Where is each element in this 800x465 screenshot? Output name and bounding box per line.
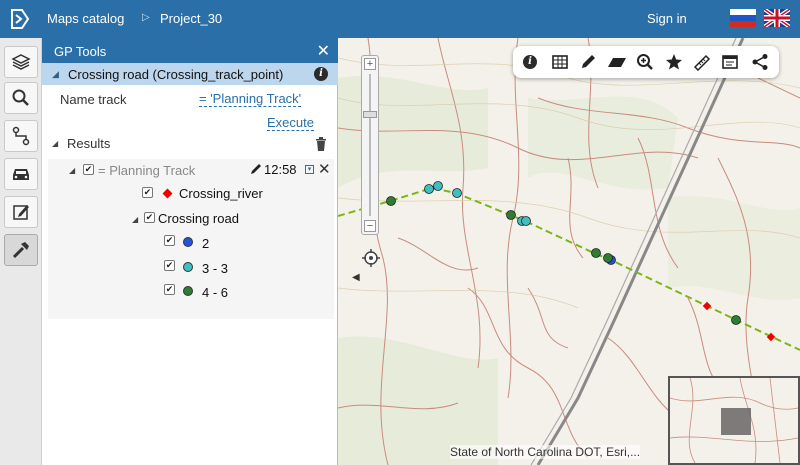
zoom-icon[interactable] [636, 53, 654, 71]
star-icon[interactable] [665, 53, 683, 71]
layers-button[interactable] [4, 46, 38, 78]
gp-tools-button[interactable] [4, 234, 38, 266]
sign-in-link[interactable]: Sign in [647, 11, 687, 26]
search-icon [12, 89, 29, 106]
class-checkbox[interactable]: ✔ [164, 284, 175, 295]
project-link[interactable]: Project_30 [160, 11, 222, 26]
info-icon[interactable]: i [314, 67, 328, 81]
time-dropdown-icon[interactable]: ▾ [305, 165, 314, 174]
zoom-out-button[interactable]: − [364, 220, 376, 232]
route-icon [12, 126, 30, 146]
results-collapse-icon[interactable]: ◢ [52, 139, 58, 148]
results-list: ◢ ✔ = Planning Track 12:58 ▾ ✕ ✔ Crossin… [48, 159, 334, 319]
car-icon [13, 169, 29, 180]
tool-row[interactable]: ◢ Crossing road (Crossing_track_point) i [42, 63, 338, 85]
route-button[interactable] [4, 120, 38, 152]
gp-tools-panel: GP Tools ✕ ◢ Crossing road (Crossing_tra… [42, 38, 338, 465]
track-result-label: = Planning Track [98, 163, 196, 178]
search-button[interactable] [4, 82, 38, 114]
road-checkbox[interactable]: ✔ [144, 212, 155, 223]
class-label: 4 - 6 [202, 285, 229, 300]
remove-result-icon[interactable]: ✕ [318, 160, 331, 178]
locate-icon[interactable] [362, 249, 380, 267]
class-symbol [183, 286, 193, 296]
print-icon[interactable] [721, 53, 739, 71]
collapse-triangle-icon[interactable]: ◢ [52, 69, 59, 80]
russian-flag-icon[interactable] [730, 9, 756, 27]
layers-icon [11, 54, 31, 70]
class-checkbox[interactable]: ✔ [164, 260, 175, 271]
class-checkbox[interactable]: ✔ [164, 235, 175, 246]
road-collapse-icon[interactable]: ◢ [132, 215, 138, 224]
zoom-in-button[interactable]: + [364, 58, 376, 70]
road-label: Crossing road [158, 211, 239, 226]
results-label: Results [67, 136, 111, 151]
uk-flag-icon[interactable] [764, 9, 790, 27]
river-symbol [162, 188, 173, 199]
zoom-thumb[interactable] [363, 111, 377, 118]
maps-catalog-link[interactable]: Maps catalog [47, 11, 124, 26]
overview-extent[interactable] [721, 408, 751, 435]
collapse-panel-icon[interactable]: ◀ [352, 272, 360, 283]
track-checkbox[interactable]: ✔ [83, 164, 94, 175]
river-checkbox[interactable]: ✔ [142, 187, 153, 198]
pencil-icon[interactable] [250, 163, 262, 175]
zoom-slider[interactable]: + − [361, 55, 379, 235]
name-track-label: Name track [60, 92, 127, 107]
hammer-icon [12, 242, 29, 259]
class-symbol [183, 262, 193, 272]
track-collapse-icon[interactable]: ◢ [69, 166, 75, 175]
top-bar: Maps catalog ▷ Project_30 Sign in [0, 0, 800, 38]
panel-title: GP Tools [54, 44, 107, 59]
pencil-icon[interactable] [579, 53, 597, 71]
edit-icon [13, 205, 29, 220]
eraser-icon[interactable] [606, 53, 628, 71]
table-icon[interactable] [551, 53, 569, 71]
info-icon[interactable]: i [523, 55, 537, 69]
execute-button[interactable]: Execute [267, 115, 314, 131]
ruler-icon[interactable] [693, 53, 711, 71]
logo-icon[interactable] [8, 7, 32, 31]
vehicle-button[interactable] [4, 158, 38, 190]
track-time: 12:58 [264, 162, 297, 177]
tool-name: Crossing road (Crossing_track_point) [68, 67, 284, 82]
class-label: 3 - 3 [202, 261, 229, 276]
breadcrumb-arrow-icon: ▷ [142, 12, 150, 23]
zoom-track[interactable] [369, 74, 371, 216]
class-symbol [183, 237, 193, 247]
river-label: Crossing_river [179, 186, 263, 201]
panel-header: GP Tools ✕ [42, 38, 338, 63]
close-icon[interactable]: ✕ [317, 41, 330, 61]
trash-icon[interactable] [315, 137, 327, 151]
overview-canvas [670, 378, 798, 463]
share-icon[interactable] [751, 53, 769, 71]
name-track-value[interactable]: = 'Planning Track' [199, 91, 302, 107]
map-attribution: State of North Carolina DOT, Esri,... [450, 445, 641, 459]
class-label: 2 [202, 236, 210, 251]
overview-map[interactable] [668, 376, 800, 465]
tool-rail [0, 38, 42, 465]
edit-button[interactable] [4, 196, 38, 228]
map-toolbar: i [513, 46, 779, 78]
